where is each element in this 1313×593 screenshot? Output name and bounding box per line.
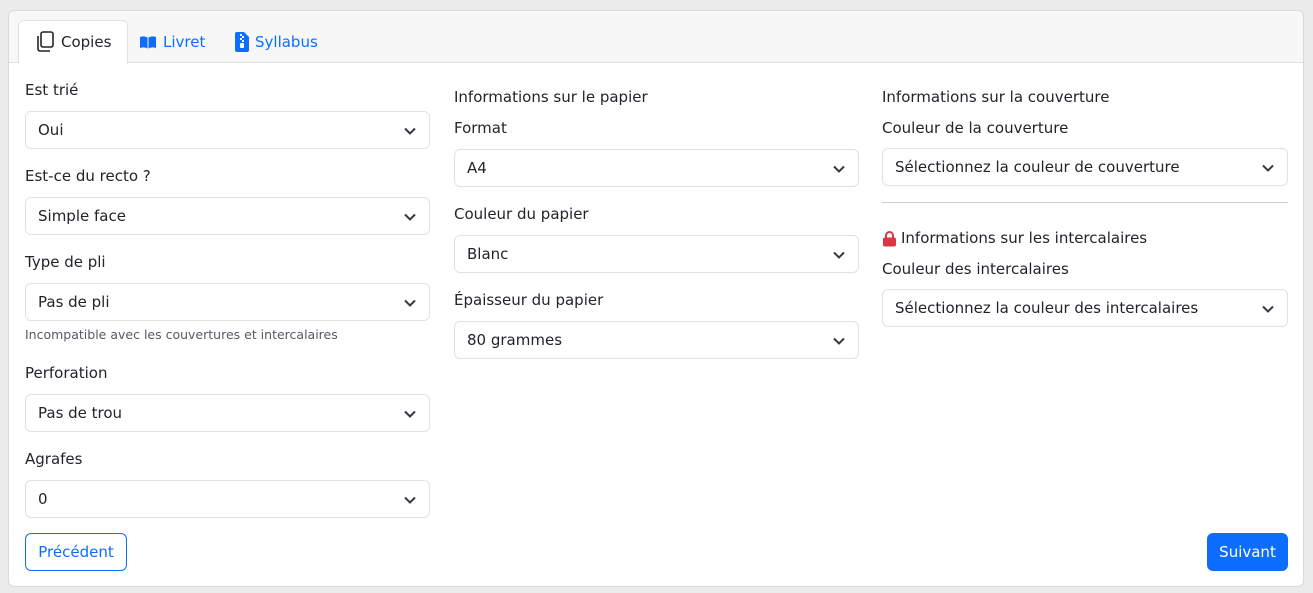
tab-livret-label: Livret	[163, 32, 206, 51]
chevron-down-icon	[1262, 164, 1274, 172]
inserts-info-heading-text: Informations sur les intercalaires	[901, 229, 1148, 247]
cover-color-label: Couleur de la couverture	[882, 119, 1069, 137]
chevron-down-icon	[404, 410, 416, 418]
chevron-down-icon	[404, 127, 416, 135]
format-select[interactable]: A4	[454, 149, 859, 187]
format-select-value: A4	[467, 159, 487, 177]
sorted-select-value: Oui	[38, 121, 64, 139]
paper-thickness-select[interactable]: 80 grammes	[454, 321, 859, 359]
chevron-down-icon	[833, 251, 845, 259]
paper-info-heading: Informations sur le papier	[454, 88, 648, 106]
inserts-color-select[interactable]: Sélectionnez la couleur des intercalaire…	[882, 289, 1288, 327]
perforation-label: Perforation	[25, 364, 108, 382]
inserts-color-label: Couleur des intercalaires	[882, 260, 1069, 278]
staples-label: Agrafes	[25, 450, 83, 468]
recto-label: Est-ce du recto ?	[25, 167, 151, 185]
chevron-down-icon	[404, 213, 416, 221]
paper-thickness-label: Épaisseur du papier	[454, 291, 604, 309]
fold-select[interactable]: Pas de pli	[25, 283, 430, 321]
next-button[interactable]: Suivant	[1207, 533, 1288, 571]
inserts-info-heading: Informations sur les intercalaires	[882, 229, 1147, 247]
format-label: Format	[454, 119, 507, 137]
recto-select[interactable]: Simple face	[25, 197, 430, 235]
perforation-select[interactable]: Pas de trou	[25, 394, 430, 432]
fold-label: Type de pli	[25, 253, 106, 271]
tab-syllabus[interactable]: Syllabus	[219, 20, 334, 63]
chevron-down-icon	[1262, 305, 1274, 313]
section-divider	[882, 202, 1288, 203]
sorted-label: Est trié	[25, 81, 79, 99]
cover-color-select-value: Sélectionnez la couleur de couverture	[895, 158, 1180, 176]
chevron-down-icon	[404, 299, 416, 307]
sorted-select[interactable]: Oui	[25, 111, 430, 149]
paper-thickness-select-value: 80 grammes	[467, 331, 563, 349]
tab-syllabus-label: Syllabus	[255, 32, 318, 51]
staples-select[interactable]: 0	[25, 480, 430, 518]
zip-file-icon	[235, 31, 249, 52]
tab-livret[interactable]: Livret	[123, 20, 221, 63]
staples-select-value: 0	[38, 490, 48, 508]
fold-help-text: Incompatible avec les couvertures et int…	[25, 327, 338, 342]
tab-bar: Copies Livret Syllabus	[9, 11, 1303, 64]
chevron-down-icon	[404, 496, 416, 504]
book-icon	[140, 35, 156, 48]
chevron-down-icon	[833, 337, 845, 345]
fold-select-value: Pas de pli	[38, 293, 110, 311]
cover-info-heading: Informations sur la couverture	[882, 88, 1110, 106]
lock-icon	[883, 230, 896, 246]
tab-copies[interactable]: Copies	[18, 20, 129, 64]
cover-color-select[interactable]: Sélectionnez la couleur de couverture	[882, 148, 1288, 186]
copies-icon	[37, 31, 54, 52]
paper-color-label: Couleur du papier	[454, 205, 589, 223]
tab-copies-label: Copies	[61, 33, 112, 51]
previous-button[interactable]: Précédent	[25, 533, 127, 571]
chevron-down-icon	[833, 165, 845, 173]
print-options-card: Copies Livret Syllabus Est trié Oui Est-…	[8, 10, 1304, 587]
recto-select-value: Simple face	[38, 207, 126, 225]
paper-color-select[interactable]: Blanc	[454, 235, 859, 273]
paper-color-select-value: Blanc	[467, 245, 509, 263]
perforation-select-value: Pas de trou	[38, 404, 123, 422]
inserts-color-select-value: Sélectionnez la couleur des intercalaire…	[895, 299, 1199, 317]
